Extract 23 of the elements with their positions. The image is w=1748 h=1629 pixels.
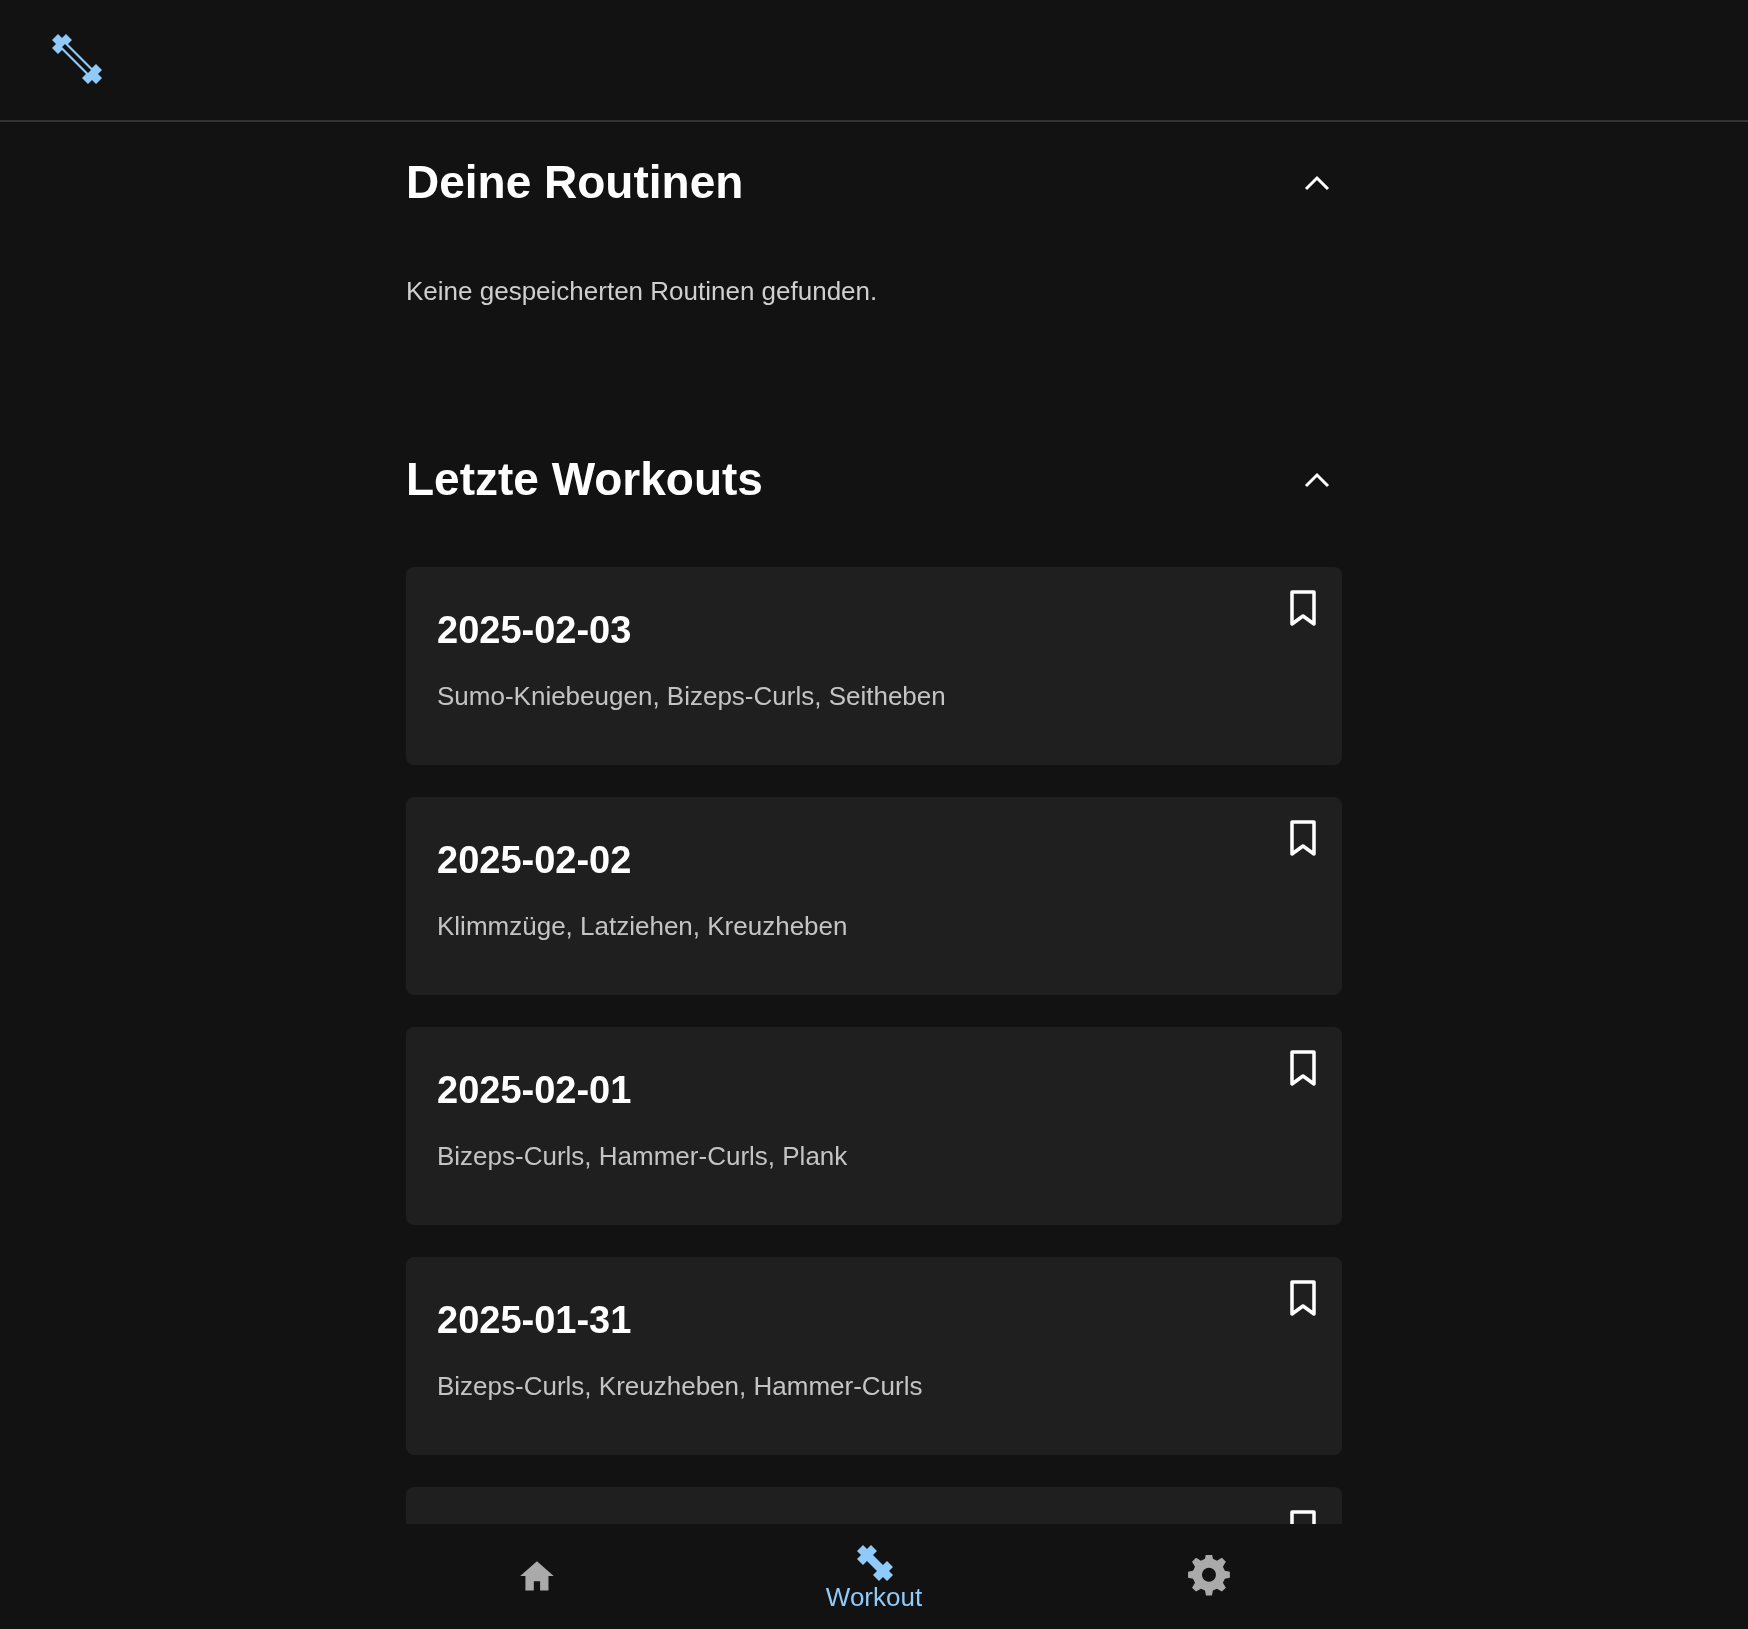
workout-date: 2025-02-01	[437, 1068, 633, 1114]
empty-message: Keine gespeicherten Routinen gefunden.	[406, 275, 879, 309]
exercise-list: Bizeps-Curls, Hammer-Curls, Plank	[437, 1136, 1311, 1176]
chevron-up-icon[interactable]	[1304, 174, 1330, 191]
section-title: Deine Routinen	[406, 155, 744, 210]
bookmark-icon[interactable]	[1288, 589, 1318, 628]
exercise-list: Bizeps-Curls, Kreuzheben, Hammer-Curls	[437, 1366, 1311, 1406]
workout-card[interactable]: 2025-01-31 Bizeps-Curls, Kreuzheben, Hammer-Curls	[406, 1257, 1342, 1456]
exercise-list: Sumo-Kniebeugen, Bizeps-Curls, Seitheben	[437, 676, 1311, 716]
workout-date: 2025-02-03	[437, 608, 633, 654]
section-title: Letzte Workouts	[406, 452, 763, 508]
bookmark-icon[interactable]	[1288, 819, 1318, 858]
workout-date: 2025-01-31	[437, 1298, 633, 1344]
bookmark-icon[interactable]	[1288, 1049, 1318, 1088]
workout-date: 2025-02-02	[437, 838, 633, 884]
workout-card[interactable]: 2025-02-01 Bizeps-Curls, Hammer-Curls, Plank	[406, 1027, 1342, 1226]
nav-tab[interactable]: Workout	[706, 1524, 1042, 1629]
chevron-up-icon[interactable]	[1304, 471, 1330, 488]
exercise-list: Klimmzüge, Latziehen, Kreuzheben	[437, 906, 1311, 946]
workout-card[interactable]: 2025-02-03 Sumo-Kniebeugen, Bizeps-Curls, Seitheben	[406, 567, 1342, 766]
workout-card[interactable]: 2025-02-02 Klimmzüge, Latziehen, Kreuzheben	[406, 797, 1342, 996]
bookmark-icon[interactable]	[1288, 1279, 1318, 1318]
settings-icon	[1188, 1554, 1232, 1599]
